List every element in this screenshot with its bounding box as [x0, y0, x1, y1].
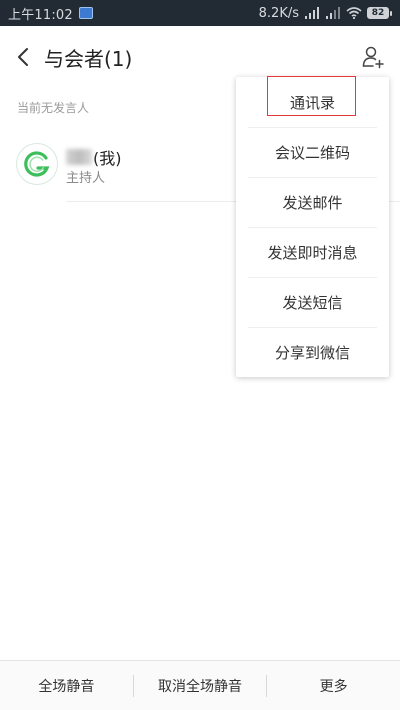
menu-item-contacts[interactable]: 通讯录	[236, 77, 389, 127]
participant-role: 主持人	[66, 171, 106, 186]
add-user-icon	[362, 46, 384, 69]
section-label-speaker: 当前无发言人	[17, 101, 90, 115]
redacted-name	[66, 149, 92, 165]
menu-item-share-wechat[interactable]: 分享到微信	[236, 327, 389, 377]
status-right: 8.2K/s 82	[259, 6, 392, 21]
menu-item-send-email[interactable]: 发送邮件	[236, 177, 389, 227]
bottom-bar: 全场静音 取消全场静音 更多	[0, 660, 400, 710]
chevron-left-icon	[18, 48, 28, 66]
status-bar: 上午11:02 8.2K/s 82	[0, 0, 400, 26]
add-participant-button[interactable]	[358, 42, 388, 72]
menu-item-meeting-qrcode[interactable]: 会议二维码	[236, 127, 389, 177]
network-speed: 8.2K/s	[258, 5, 299, 21]
participant-name: (我)	[66, 145, 122, 169]
menu-item-send-sms[interactable]: 发送短信	[236, 277, 389, 327]
menu-item-send-im[interactable]: 发送即时消息	[236, 227, 389, 277]
participant-name-suffix: (我)	[93, 149, 122, 168]
signal-icon	[304, 7, 320, 19]
dropdown-menu: 通讯录 会议二维码 发送邮件 发送即时消息 发送短信 分享到微信	[236, 77, 389, 377]
page-title: 与会者(1)	[44, 47, 133, 71]
battery-level: 82	[367, 7, 389, 19]
status-time: 上午11:02	[8, 7, 73, 23]
battery-icon: 82	[367, 7, 392, 19]
app-notification-icon	[78, 7, 93, 19]
back-button[interactable]	[12, 45, 34, 69]
wifi-icon	[346, 7, 362, 19]
avatar	[16, 143, 58, 185]
avatar-logo-icon	[24, 151, 50, 177]
unmute-all-button[interactable]: 取消全场静音	[134, 661, 267, 710]
signal-icon-2	[325, 7, 341, 19]
more-button[interactable]: 更多	[267, 661, 400, 710]
mute-all-button[interactable]: 全场静音	[0, 661, 133, 710]
